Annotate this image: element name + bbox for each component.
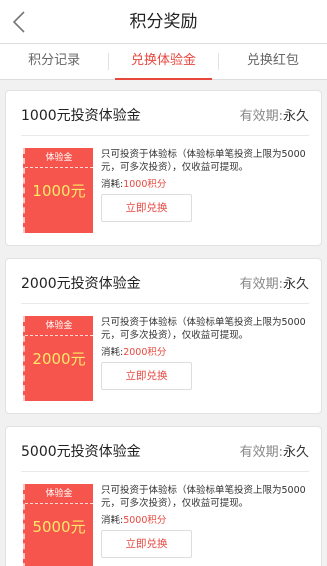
- card-header: 5000元投资体验金 有效期:永久: [6, 427, 321, 471]
- coupon-ticket: 体验金 2000元: [23, 316, 93, 401]
- card-divider: [21, 303, 309, 304]
- validity-value: 永久: [282, 277, 309, 292]
- card-divider: [21, 135, 309, 136]
- page-title: 积分奖励: [129, 12, 198, 32]
- card-name: 1000元投资体验金: [21, 108, 141, 124]
- tab-points-record[interactable]: 积分记录: [0, 44, 108, 79]
- card-header: 2000元投资体验金 有效期:永久: [6, 259, 321, 303]
- coupon-amount: 2000元: [32, 350, 86, 368]
- cost-label: 消耗:: [101, 179, 124, 190]
- tab-redeem-experience-fund[interactable]: 兑换体验金: [109, 44, 217, 80]
- validity-value: 永久: [282, 445, 309, 460]
- reward-card: 2000元投资体验金 有效期:永久 体验金 2000元 只可投资于体验标（体验标…: [5, 258, 322, 414]
- tab-bar: 积分记录 兑换体验金 兑换红包: [0, 44, 327, 80]
- cost-value: 5000积分: [123, 515, 167, 526]
- header: 积分奖励: [0, 0, 327, 44]
- cost-label: 消耗:: [101, 515, 124, 526]
- validity: 有效期:永久: [240, 273, 309, 292]
- validity: 有效期:永久: [240, 441, 309, 460]
- cost: 消耗:1000积分: [101, 176, 166, 190]
- card-divider: [21, 471, 309, 472]
- reward-card: 5000元投资体验金 有效期:永久 体验金 5000元 只可投资于体验标（体验标…: [5, 426, 322, 566]
- coupon-amount: 5000元: [32, 518, 86, 536]
- coupon-amount: 1000元: [32, 182, 86, 200]
- cost-label: 消耗:: [101, 347, 124, 358]
- coupon-header: 体验金: [25, 316, 93, 336]
- card-description: 只可投资于体验标（体验标单笔投资上限为5000元，可多次投资），仅收益可提现。: [101, 485, 306, 509]
- card-header: 1000元投资体验金 有效期:永久: [6, 91, 321, 135]
- redeem-button[interactable]: 立即兑换: [101, 194, 192, 222]
- card-description: 只可投资于体验标（体验标单笔投资上限为5000元，可多次投资），仅收益可提现。: [101, 149, 306, 173]
- redeem-button[interactable]: 立即兑换: [101, 362, 192, 390]
- cost: 消耗:5000积分: [101, 512, 166, 526]
- card-name: 5000元投资体验金: [21, 444, 141, 460]
- validity-label: 有效期:: [239, 277, 283, 292]
- reward-card: 1000元投资体验金 有效期:永久 体验金 1000元 只可投资于体验标（体验标…: [5, 90, 322, 246]
- validity: 有效期:永久: [240, 105, 309, 124]
- coupon-ticket: 体验金 5000元: [23, 484, 93, 566]
- validity-label: 有效期:: [239, 445, 283, 460]
- redeem-button[interactable]: 立即兑换: [101, 530, 192, 558]
- cost: 消耗:2000积分: [101, 344, 166, 358]
- validity-value: 永久: [282, 109, 309, 124]
- coupon-header: 体验金: [25, 148, 93, 168]
- validity-label: 有效期:: [239, 109, 283, 124]
- tab-redeem-red-packet[interactable]: 兑换红包: [219, 44, 327, 79]
- cost-value: 1000积分: [123, 179, 167, 190]
- card-name: 2000元投资体验金: [21, 276, 141, 292]
- card-description: 只可投资于体验标（体验标单笔投资上限为5000元，可多次投资），仅收益可提现。: [101, 317, 306, 341]
- coupon-header: 体验金: [25, 484, 93, 504]
- cost-value: 2000积分: [123, 347, 167, 358]
- coupon-ticket: 体验金 1000元: [23, 148, 93, 233]
